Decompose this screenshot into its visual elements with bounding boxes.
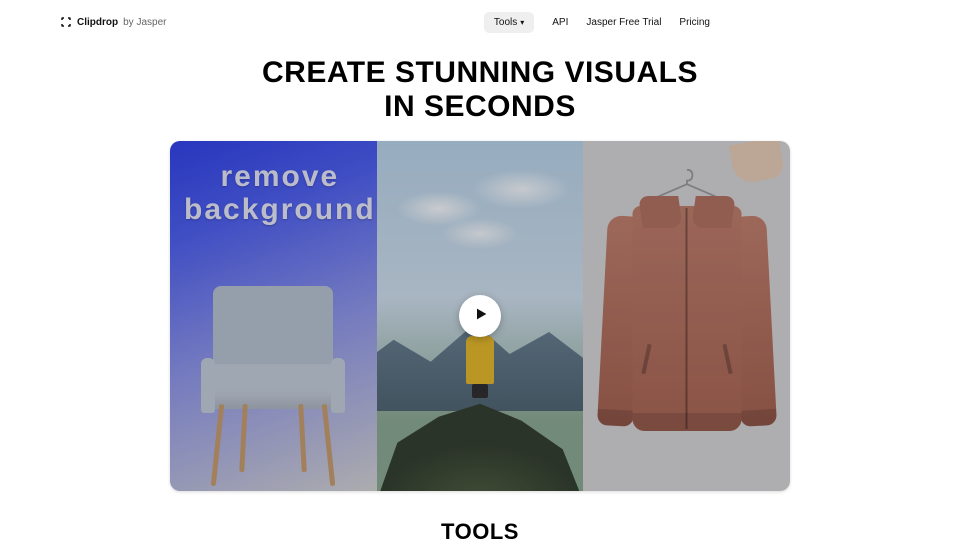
play-button[interactable] [459, 295, 501, 337]
hero-title-line2: IN SECONDS [384, 90, 576, 123]
nav-trial[interactable]: Jasper Free Trial [586, 17, 661, 28]
hero-title: CREATE STUNNING VISUALS IN SECONDS [0, 56, 960, 123]
hero-video[interactable]: remove background [170, 141, 790, 491]
hero-title-line1: CREATE STUNNING VISUALS [262, 56, 698, 89]
play-icon [471, 306, 489, 327]
nav-tools-label: Tools [494, 17, 517, 28]
tools-section-heading: TOOLS [0, 519, 960, 545]
header: Clipdrop by Jasper Tools ▾ API Jasper Fr… [0, 0, 960, 34]
logo[interactable]: Clipdrop by Jasper [60, 16, 166, 28]
clipdrop-logo-icon [60, 16, 72, 28]
nav-tools-dropdown[interactable]: Tools ▾ [484, 12, 534, 33]
hero: CREATE STUNNING VISUALS IN SECONDS remov… [0, 56, 960, 491]
nav-api[interactable]: API [552, 17, 568, 28]
nav-pricing[interactable]: Pricing [679, 17, 710, 28]
logo-byline: by Jasper [123, 17, 166, 28]
logo-name: Clipdrop [77, 17, 118, 28]
chevron-down-icon: ▾ [520, 18, 524, 27]
main-nav: Tools ▾ API Jasper Free Trial Pricing [484, 12, 710, 33]
